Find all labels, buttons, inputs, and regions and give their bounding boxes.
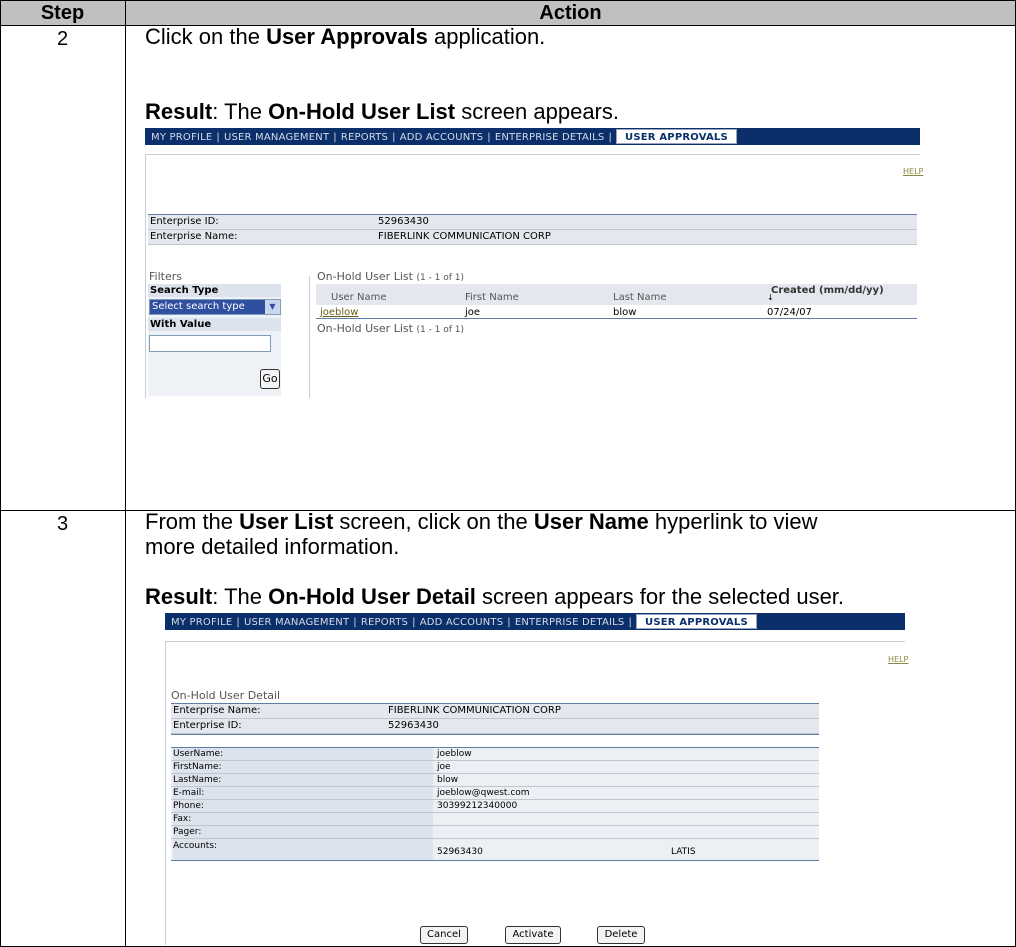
on-hold-user-detail-screenshot: MY PROFILE | USER MANAGEMENT | REPORTS | ADD A… bbox=[165, 613, 908, 945]
enterprise-info: Enterprise Name: FIBERLINK COMMUNICATION … bbox=[171, 703, 819, 735]
with-value-label: With Value bbox=[150, 319, 212, 330]
col-user-name[interactable]: User Name bbox=[331, 292, 386, 303]
nav-user-approvals[interactable]: USER APPROVALS bbox=[616, 129, 737, 144]
nav-reports[interactable]: REPORTS bbox=[341, 132, 388, 143]
step-result: Result: The On-Hold User List screen app… bbox=[145, 99, 619, 124]
step-instruction: Click on the User Approvals application. bbox=[145, 24, 546, 49]
col-first-name[interactable]: First Name bbox=[465, 292, 519, 303]
enterprise-info: Enterprise ID: 52963430 Enterprise Name: F… bbox=[148, 214, 917, 245]
nav-user-management[interactable]: USER MANAGEMENT bbox=[224, 132, 329, 143]
detail-title: On-Hold User Detail bbox=[171, 689, 281, 702]
list-item: Fax: bbox=[171, 813, 819, 826]
step-number: 2 bbox=[56, 28, 69, 50]
step-instruction-cont: more detailed information. bbox=[145, 534, 400, 559]
nav-enterprise-details[interactable]: ENTERPRISE DETAILS bbox=[515, 617, 625, 628]
filters-title: Filters bbox=[149, 270, 182, 283]
main-nav: MY PROFILE | USER MANAGEMENT | REPORTS | ADD A… bbox=[145, 128, 920, 145]
help-link[interactable]: HELP bbox=[903, 167, 923, 176]
list-title: On-Hold User List (1 - 1 of 1) bbox=[317, 270, 465, 283]
on-hold-user-list-screenshot: MY PROFILE | USER MANAGEMENT | REPORTS | ADD A… bbox=[145, 128, 923, 398]
header-step: Step bbox=[40, 2, 85, 24]
search-type-label: Search Type bbox=[150, 285, 219, 296]
main-nav: MY PROFILE | USER MANAGEMENT | REPORTS | ADD A… bbox=[165, 613, 905, 630]
list-item: Phone: 30399212340000 bbox=[171, 800, 819, 813]
nav-add-accounts[interactable]: ADD ACCOUNTS bbox=[400, 132, 484, 143]
user-name-link[interactable]: joeblow bbox=[320, 307, 358, 318]
list-item: UserName: joeblow bbox=[171, 748, 819, 761]
nav-enterprise-details[interactable]: ENTERPRISE DETAILS bbox=[495, 132, 605, 143]
search-type-select[interactable]: Select search type ▼ bbox=[149, 299, 281, 315]
list-item: E-mail: joeblow@qwest.com bbox=[171, 787, 819, 800]
col-last-name[interactable]: Last Name bbox=[613, 292, 667, 303]
nav-user-management[interactable]: USER MANAGEMENT bbox=[244, 617, 349, 628]
list-item: Pager: bbox=[171, 826, 819, 839]
table-row: joeblow joe blow 07/24/07 bbox=[316, 306, 917, 319]
step-result: Result: The On-Hold User Detail screen a… bbox=[145, 584, 845, 609]
nav-my-profile[interactable]: MY PROFILE bbox=[171, 617, 232, 628]
cancel-button[interactable]: Cancel bbox=[420, 926, 468, 944]
go-button[interactable]: Go bbox=[260, 369, 280, 389]
col-created[interactable]: Created (mm/dd/yy) bbox=[771, 285, 884, 296]
list-item: LastName: blow bbox=[171, 774, 819, 787]
chevron-down-icon: ▼ bbox=[265, 300, 280, 314]
header-action: Action bbox=[539, 2, 602, 24]
accounts-row: Accounts: 52963430 LATIS bbox=[171, 839, 819, 861]
sort-down-icon: ↓ bbox=[767, 293, 774, 302]
nav-my-profile[interactable]: MY PROFILE bbox=[151, 132, 212, 143]
nav-add-accounts[interactable]: ADD ACCOUNTS bbox=[420, 617, 504, 628]
delete-button[interactable]: Delete bbox=[597, 926, 645, 944]
activate-button[interactable]: Activate bbox=[505, 926, 561, 944]
step-instruction: From the User List screen, click on the … bbox=[145, 509, 818, 534]
step-number: 3 bbox=[56, 513, 69, 535]
user-details: UserName: joeblow FirstName: joe LastName:… bbox=[171, 747, 819, 861]
nav-reports[interactable]: REPORTS bbox=[361, 617, 408, 628]
list-item: FirstName: joe bbox=[171, 761, 819, 774]
with-value-input[interactable] bbox=[149, 335, 271, 352]
instruction-table: Step Action 2 Click on the User Approval… bbox=[0, 0, 1016, 947]
list-footer: On-Hold User List (1 - 1 of 1) bbox=[317, 322, 465, 335]
help-link[interactable]: HELP bbox=[888, 655, 908, 664]
nav-user-approvals[interactable]: USER APPROVALS bbox=[636, 614, 757, 629]
